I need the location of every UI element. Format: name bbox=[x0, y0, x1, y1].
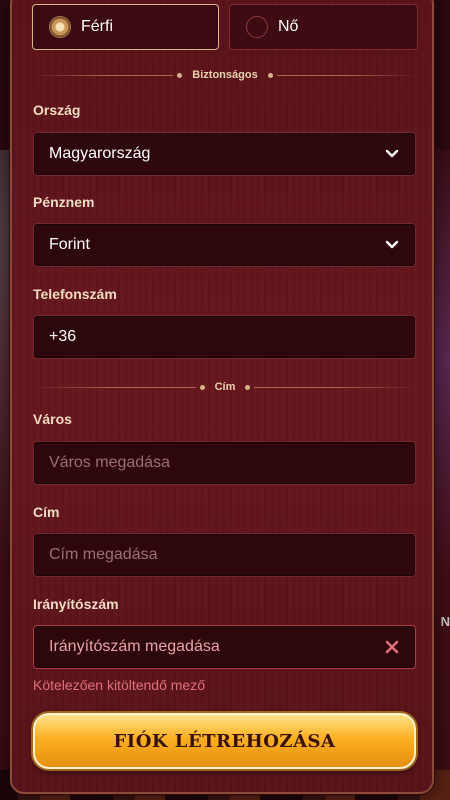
registration-modal bbox=[10, 0, 434, 794]
city-input[interactable]: Város megadása bbox=[33, 441, 416, 485]
chevron-down-icon bbox=[385, 240, 399, 249]
phone-label: Telefonszám bbox=[33, 286, 117, 302]
chevron-down-icon bbox=[385, 149, 399, 158]
zip-input[interactable]: Irányítószám megadása bbox=[33, 625, 416, 669]
city-label: Város bbox=[33, 411, 72, 427]
address-label: Cím bbox=[33, 504, 60, 520]
phone-value: +36 bbox=[49, 328, 77, 345]
zip-label: Irányítószám bbox=[33, 596, 119, 612]
gender-female-option[interactable]: Nő bbox=[229, 4, 418, 50]
create-account-label: FIÓK LÉTREHOZÁSA bbox=[113, 730, 336, 752]
clear-icon[interactable] bbox=[385, 640, 399, 654]
gender-male-option[interactable]: Férfi bbox=[32, 4, 219, 50]
section-title-address: Cím bbox=[214, 381, 236, 393]
gender-selector: Férfi Nő bbox=[32, 4, 418, 50]
gender-male-label: Férfi bbox=[81, 18, 113, 35]
zip-error-message: Kötelezően kitöltendő mező bbox=[33, 677, 205, 693]
radio-selected-icon bbox=[49, 16, 71, 38]
currency-value: Forint bbox=[49, 236, 90, 253]
address-placeholder: Cím megadása bbox=[49, 546, 158, 563]
zip-placeholder: Irányítószám megadása bbox=[49, 638, 220, 655]
section-title-security: Biztonságos bbox=[192, 69, 258, 81]
section-divider-security: Biztonságos bbox=[32, 65, 418, 85]
phone-input[interactable]: +36 bbox=[33, 315, 416, 359]
currency-select[interactable]: Forint bbox=[33, 223, 416, 267]
section-divider-address: Cím bbox=[32, 377, 418, 397]
background-side-text: N bbox=[440, 614, 450, 629]
create-account-button[interactable]: FIÓK LÉTREHOZÁSA bbox=[33, 713, 416, 769]
city-placeholder: Város megadása bbox=[49, 454, 170, 471]
currency-label: Pénznem bbox=[33, 194, 95, 210]
country-select[interactable]: Magyarország bbox=[33, 132, 416, 176]
country-label: Ország bbox=[33, 102, 81, 118]
radio-unselected-icon bbox=[246, 16, 268, 38]
country-value: Magyarország bbox=[49, 145, 151, 162]
address-input[interactable]: Cím megadása bbox=[33, 533, 416, 577]
gender-female-label: Nő bbox=[278, 18, 299, 35]
